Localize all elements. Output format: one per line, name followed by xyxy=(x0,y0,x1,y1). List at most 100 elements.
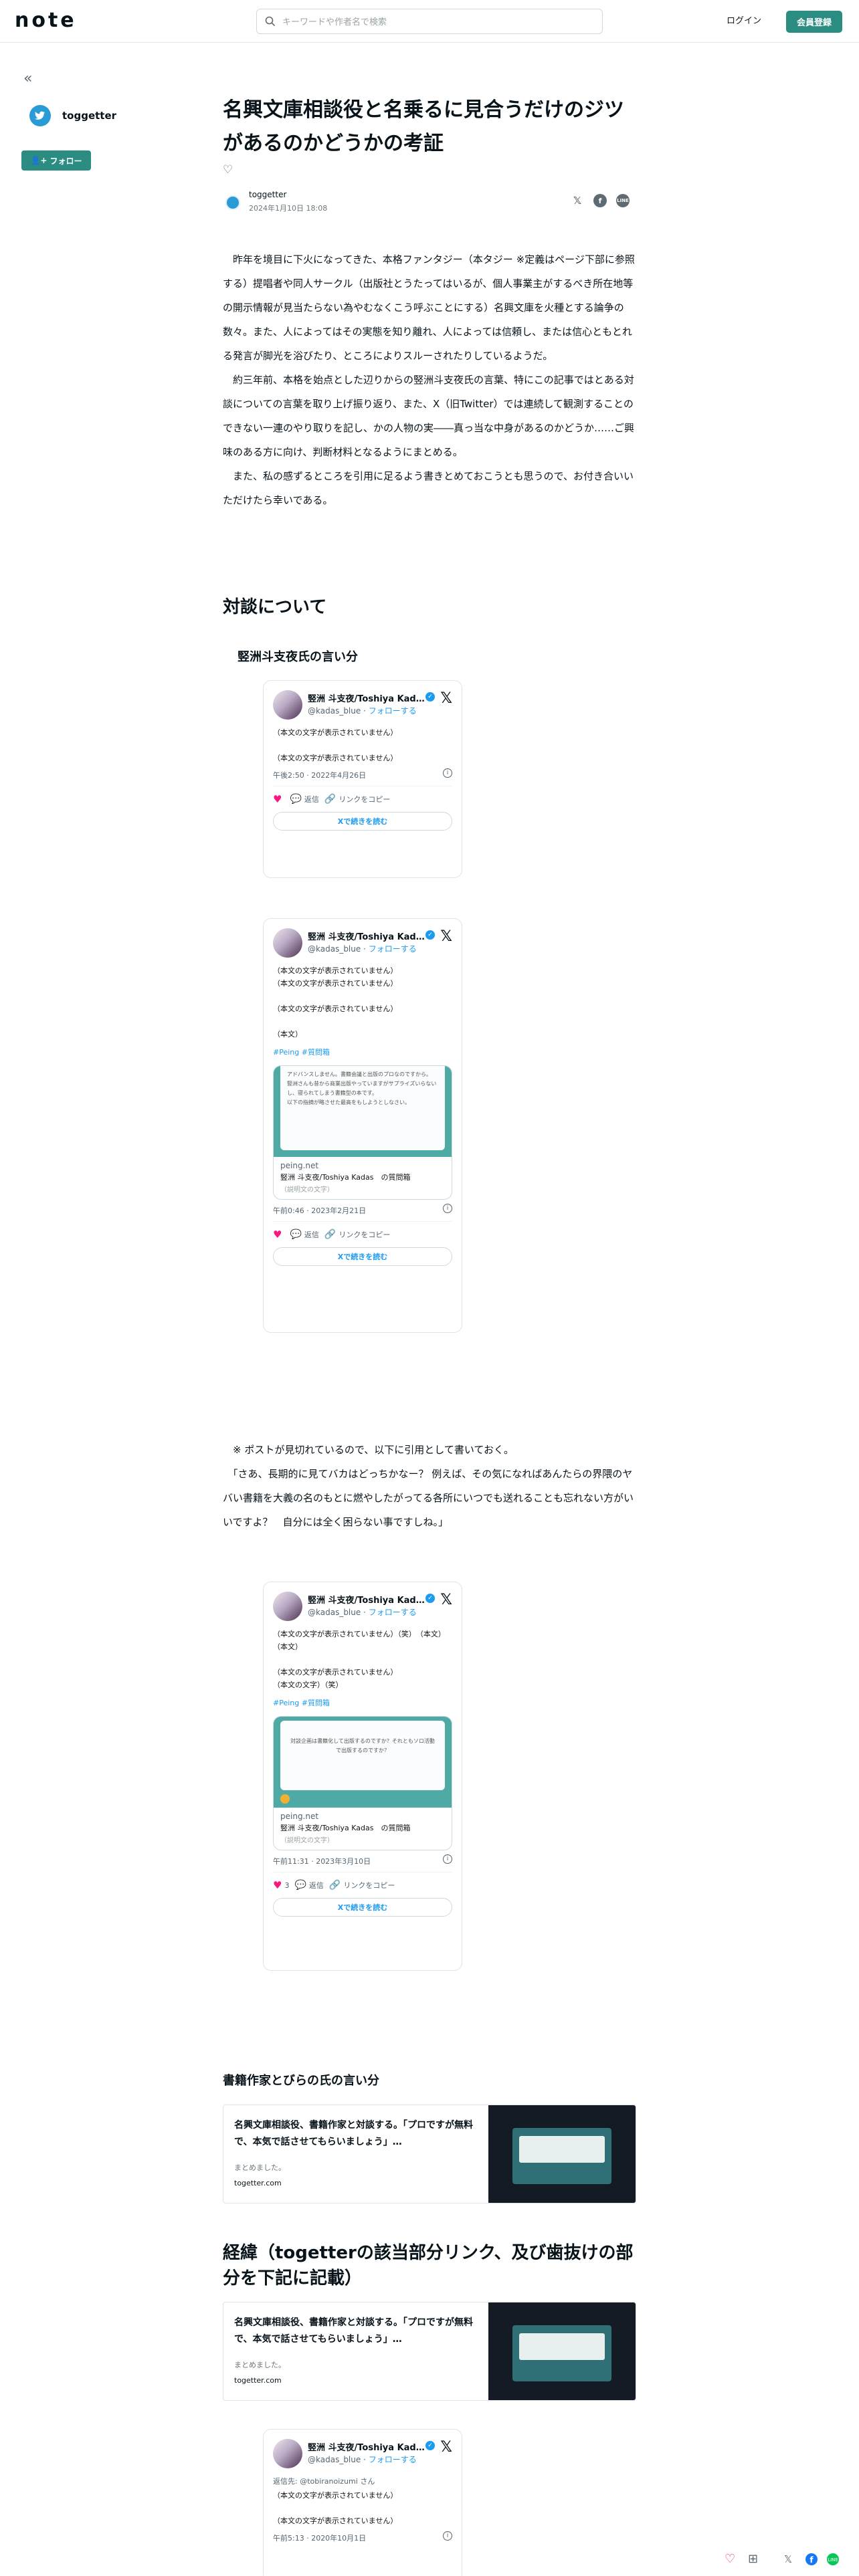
article-title: 名興文庫相談役と名乗るに見合うだけのジツがあるのかどうかの考証 xyxy=(223,98,624,155)
post-timestamp[interactable]: 午前5:13 · 2020年10月1日 i xyxy=(273,2531,452,2543)
embedded-post-1[interactable]: 竪洲 斗支夜/Toshiya Kadas… ✓ @kadas_blue · フォ… xyxy=(263,680,462,878)
heart-icon: ♥ xyxy=(273,1228,282,1241)
embedded-post-4[interactable]: 竪洲 斗支夜/Toshiya Kadas… ✓ @kadas_blue · フォ… xyxy=(263,2429,462,2576)
copy-link-action[interactable]: 🔗 リンクをコピー xyxy=(324,794,390,804)
card-description: （説明文の文字） xyxy=(280,1186,334,1194)
post-follow-link[interactable]: フォローする xyxy=(369,2455,417,2464)
avatar[interactable] xyxy=(273,690,302,720)
post-hashtags[interactable]: #Peing #質問箱 xyxy=(273,1697,452,1709)
line-share-icon[interactable]: LINE xyxy=(616,194,630,207)
x-share-icon[interactable]: 𝕏 xyxy=(571,194,584,207)
x-logo-icon[interactable]: 𝕏 xyxy=(440,690,452,707)
like-count: 3 xyxy=(284,1881,290,1890)
reply-bubble-icon: 💬 xyxy=(294,1880,306,1891)
author-name[interactable]: toggetter xyxy=(249,190,286,199)
reply-action[interactable]: 💬 返信 xyxy=(290,1229,318,1240)
post-handle[interactable]: @kadas_blue · フォローする xyxy=(308,705,417,716)
link-card-description: まとめました。 xyxy=(234,2361,286,2369)
like-action[interactable]: ♥ xyxy=(273,1228,284,1241)
avatar[interactable] xyxy=(273,928,302,958)
link-card-title: 名興文庫相談役、書籍作家と対談する。「プロですが無料で、本気で話させてもらいまし… xyxy=(234,2317,473,2345)
note-logo[interactable]: note xyxy=(15,9,77,32)
site-header: note ログイン 会員登録 xyxy=(0,0,859,43)
avatar[interactable] xyxy=(273,2439,302,2468)
post-timestamp[interactable]: 午前0:46 · 2023年2月21日 i xyxy=(273,1204,452,1216)
post-follow-link[interactable]: フォローする xyxy=(369,944,417,954)
info-icon[interactable]: i xyxy=(443,768,452,778)
like-heart-icon[interactable]: ♡ xyxy=(223,163,233,177)
togetter-link-card-2[interactable]: 名興文庫相談役、書籍作家と対談する。「プロですが無料で、本気で話させてもらいまし… xyxy=(223,2302,636,2401)
info-icon[interactable]: i xyxy=(443,1854,452,1864)
publish-date: 2024年1月10日 18:08 xyxy=(249,204,328,213)
read-more-on-x-button[interactable]: Xで続きを読む xyxy=(273,1247,452,1266)
peing-logo-icon xyxy=(280,1794,290,1804)
post-text: （本文の文字が表示されていません） （本文の文字が表示されていません） （本文の… xyxy=(273,966,398,1039)
reply-action[interactable]: 💬 返信 xyxy=(294,1880,323,1891)
read-more-on-x-button[interactable]: Xで続きを読む xyxy=(273,1898,452,1917)
x-logo-icon[interactable]: 𝕏 xyxy=(440,928,452,945)
x-share-icon[interactable]: 𝕏 xyxy=(784,2553,792,2566)
post-handle[interactable]: @kadas_blue · フォローする xyxy=(308,1606,417,1618)
post-timestamp[interactable]: 午後2:50 · 2022年4月26日 i xyxy=(273,768,452,780)
search-input[interactable] xyxy=(282,15,590,29)
avatar[interactable] xyxy=(273,1592,302,1621)
heart-icon: ♥ xyxy=(273,1879,282,1891)
post-hashtags[interactable]: #Peing #質問箱 xyxy=(273,1046,452,1059)
section-heading-background: 経緯（togetterの該当部分リンク、及び歯抜けの部分を下記に記載） xyxy=(223,2243,634,2288)
subheading-tobira: 書籍作家とびらの氏の言い分 xyxy=(223,2074,379,2088)
post-follow-link[interactable]: フォローする xyxy=(369,706,417,716)
x-logo-icon[interactable]: 𝕏 xyxy=(440,1592,452,1608)
embedded-post-2[interactable]: 竪洲 斗支夜/Toshiya Kadas… ✓ @kadas_blue · フォ… xyxy=(263,918,462,1333)
intro-paragraph-2: 約三年前、本格を始点とした辺りからの竪洲斗支夜氏の言葉、特にこの記事ではとある対… xyxy=(223,374,635,458)
card-image-text: 対談企画は書籍化して出版するのですか？それともソロ活動で出版するのですか？ xyxy=(280,1721,445,1790)
reply-to-label[interactable]: 返信先: @tobiranoizumi さん xyxy=(273,2475,452,2488)
line-share-icon[interactable]: LINE xyxy=(827,2553,839,2565)
verified-badge-icon: ✓ xyxy=(425,2441,435,2450)
creator-avatar[interactable] xyxy=(29,105,51,126)
facebook-share-icon[interactable]: f xyxy=(593,194,607,207)
card-image: 対談企画は書籍化して出版するのですか？それともソロ活動で出版するのですか？ xyxy=(274,1717,452,1808)
link-icon: 🔗 xyxy=(328,1880,341,1891)
x-logo-icon[interactable]: 𝕏 xyxy=(440,2439,452,2456)
reply-action[interactable]: 💬 返信 xyxy=(290,794,318,804)
link-card[interactable]: 対談企画は書籍化して出版するのですか？それともソロ活動で出版するのですか？ pe… xyxy=(273,1716,452,1850)
post-follow-link[interactable]: フォローする xyxy=(369,1608,417,1617)
post-text: （本文の文字が表示されていません） （本文の文字が表示されていません） xyxy=(273,2491,398,2525)
like-action[interactable]: ♥ 3 xyxy=(273,1879,289,1891)
search-box[interactable] xyxy=(256,9,603,34)
collapse-sidebar-icon[interactable]: « xyxy=(23,72,32,86)
magazine-add-icon[interactable]: ⊞ xyxy=(748,2553,758,2566)
post-text: （本文の文字が表示されていません） （本文の文字が表示されていません） xyxy=(273,728,398,762)
link-card-url: togetter.com xyxy=(234,2179,282,2187)
post-author-name[interactable]: 竪洲 斗支夜/Toshiya Kadas… xyxy=(308,691,428,704)
post-author-name[interactable]: 竪洲 斗支夜/Toshiya Kadas… xyxy=(308,2440,428,2453)
login-link[interactable]: ログイン xyxy=(727,13,761,26)
copy-link-action[interactable]: 🔗 リンクをコピー xyxy=(324,1229,390,1240)
post-author-name[interactable]: 竪洲 斗支夜/Toshiya Kadas… xyxy=(308,1593,428,1606)
verified-badge-icon: ✓ xyxy=(425,692,435,702)
link-card-description: まとめました。 xyxy=(234,2163,286,2172)
intro-text: 昨年を境目に下火になってきた、本格ファンタジー（本タジー ※定義はページ下部に参… xyxy=(223,247,638,512)
like-action[interactable]: ♥ xyxy=(273,793,284,805)
card-image-text: アドバンスしません。書籍会議と出版のプロなのですから。 竪洲さんも昔から商業出版… xyxy=(280,1066,445,1150)
info-icon[interactable]: i xyxy=(443,2531,452,2541)
copy-link-action[interactable]: 🔗 リンクをコピー xyxy=(329,1880,395,1891)
like-heart-icon[interactable]: ♡ xyxy=(725,2553,735,2566)
read-more-on-x-button[interactable]: Xで続きを読む xyxy=(273,812,452,831)
follow-label: フォロー xyxy=(50,156,82,166)
post-timestamp[interactable]: 午前11:31 · 2023年3月10日 i xyxy=(273,1854,452,1866)
post-handle[interactable]: @kadas_blue · フォローする xyxy=(308,943,417,954)
link-card[interactable]: アドバンスしません。書籍会議と出版のプロなのですから。 竪洲さんも昔から商業出版… xyxy=(273,1065,452,1200)
follow-button[interactable]: 👤+ フォロー xyxy=(21,150,91,171)
creator-name[interactable]: toggetter xyxy=(62,110,116,122)
info-icon[interactable]: i xyxy=(443,1204,452,1213)
author-avatar[interactable] xyxy=(225,195,240,210)
bird-icon xyxy=(35,111,45,120)
post-handle[interactable]: @kadas_blue · フォローする xyxy=(308,2454,417,2465)
togetter-link-card-1[interactable]: 名興文庫相談役、書籍作家と対談する。「プロですが無料で、本気で話させてもらいまし… xyxy=(223,2105,636,2204)
facebook-share-icon[interactable]: f xyxy=(805,2553,818,2565)
embedded-post-3[interactable]: 竪洲 斗支夜/Toshiya Kadas… ✓ @kadas_blue · フォ… xyxy=(263,1582,462,1971)
signup-button[interactable]: 会員登録 xyxy=(786,11,842,33)
intro-paragraph-1: 昨年を境目に下火になってきた、本格ファンタジー（本タジー ※定義はページ下部に参… xyxy=(223,253,635,362)
post-author-name[interactable]: 竪洲 斗支夜/Toshiya Kadas… xyxy=(308,930,428,942)
